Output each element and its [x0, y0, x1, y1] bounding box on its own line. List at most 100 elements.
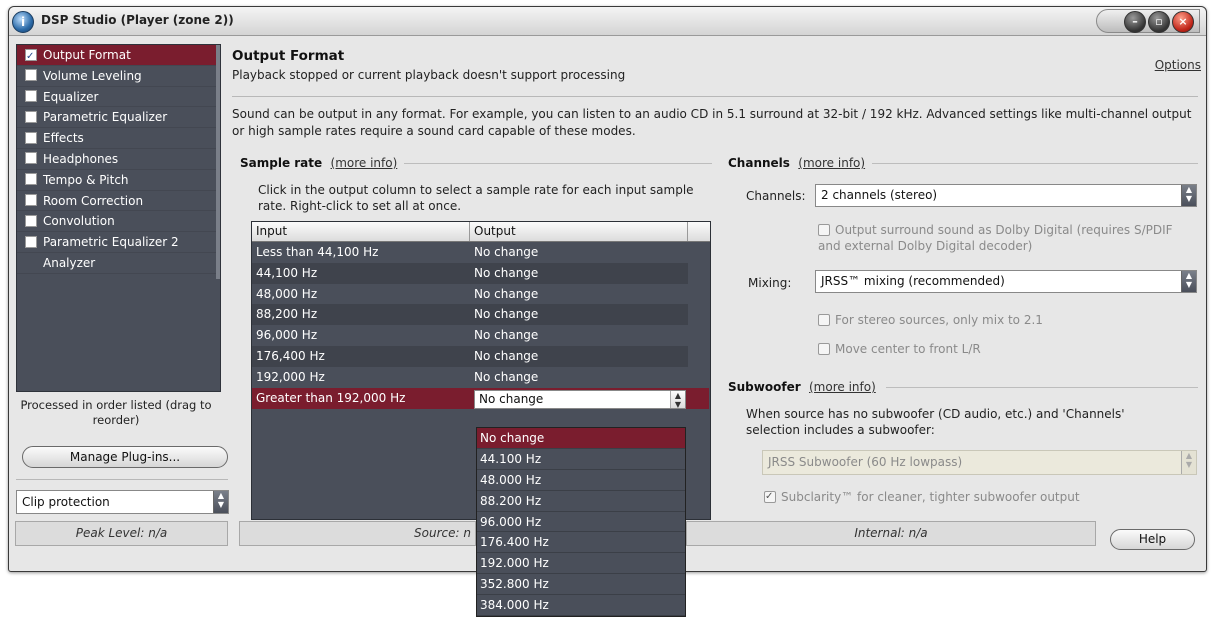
select-arrows-icon[interactable]: ▲ ▼: [670, 391, 685, 409]
select-arrows-icon[interactable]: ▲ ▼: [213, 491, 228, 513]
select-arrows-icon[interactable]: ▲ ▼: [1181, 451, 1196, 474]
table-row[interactable]: 44,100 Hz No change: [252, 262, 688, 284]
select-arrows-icon[interactable]: ▲ ▼: [1181, 271, 1196, 292]
sidebar-item-label: Parametric Equalizer 2: [43, 235, 179, 250]
close-icon[interactable]: ×: [1172, 11, 1194, 33]
sidebar-scrollbar[interactable]: [216, 45, 220, 279]
table-row[interactable]: 96,000 Hz No change: [252, 325, 688, 346]
channels-select[interactable]: 2 channels (stereo) ▲ ▼: [815, 184, 1197, 207]
checkbox-icon[interactable]: [818, 223, 830, 236]
subwoofer-more-info-link[interactable]: (more info): [809, 380, 876, 394]
column-header-output[interactable]: Output: [470, 222, 688, 241]
checkbox-icon[interactable]: [25, 152, 37, 165]
input-cell: 44,100 Hz: [256, 265, 318, 280]
dropdown-option[interactable]: 176.400 Hz: [477, 532, 685, 554]
output-cell[interactable]: No change: [470, 367, 538, 388]
column-header-input[interactable]: Input: [252, 222, 470, 241]
dropdown-option[interactable]: 384.000 Hz: [477, 595, 685, 617]
output-cell[interactable]: No change: [470, 263, 538, 284]
help-button[interactable]: Help: [1110, 529, 1195, 550]
sample-rate-heading: Sample rate (more info): [240, 156, 397, 170]
dropdown-option[interactable]: 44.100 Hz: [477, 449, 685, 470]
output-cell[interactable]: No change: [470, 284, 538, 305]
checkbox-icon[interactable]: [25, 131, 37, 144]
sidebar-item-effects[interactable]: Effects: [17, 128, 220, 149]
clip-protection-select[interactable]: Clip protection ▲ ▼: [16, 490, 229, 514]
dropdown-option[interactable]: 96.000 Hz: [477, 512, 685, 533]
channels-more-info-link[interactable]: (more info): [798, 156, 865, 170]
sidebar-item-analyzer[interactable]: Analyzer: [17, 253, 220, 274]
dolby-checkbox[interactable]: Output surround sound as Dolby Digital (…: [818, 222, 1198, 254]
sidebar-item-parametric-equalizer[interactable]: Parametric Equalizer: [17, 107, 220, 129]
dropdown-option[interactable]: 352.800 Hz: [477, 574, 685, 596]
select-arrows-icon[interactable]: ▲ ▼: [1181, 185, 1196, 206]
sidebar-item-volume-leveling[interactable]: Volume Leveling: [17, 66, 220, 87]
options-link[interactable]: Options: [1155, 58, 1201, 72]
table-row[interactable]: 176,400 Hz No change: [252, 346, 688, 367]
output-cell[interactable]: No change: [470, 242, 538, 263]
sidebar-item-parametric-equalizer-2[interactable]: Parametric Equalizer 2: [17, 232, 220, 253]
sidebar-item-label: Parametric Equalizer: [43, 110, 168, 125]
dropdown-option[interactable]: 192.000 Hz: [477, 553, 685, 575]
mixing-select[interactable]: JRSS™ mixing (recommended) ▲ ▼: [815, 270, 1197, 293]
table-row[interactable]: 192,000 Hz No change: [252, 367, 688, 388]
checkbox-icon[interactable]: [25, 90, 37, 103]
subwoofer-value: JRSS Subwoofer (60 Hz lowpass): [768, 455, 963, 469]
sidebar-item-label: Analyzer: [43, 255, 96, 270]
checkbox-icon[interactable]: [25, 194, 37, 207]
subwoofer-select[interactable]: JRSS Subwoofer (60 Hz lowpass) ▲ ▼: [762, 450, 1197, 475]
clip-protection-value: Clip protection: [22, 495, 110, 509]
plugin-list[interactable]: Output Format Volume Leveling Equalizer …: [16, 44, 221, 392]
sidebar-item-convolution[interactable]: Convolution: [17, 211, 220, 233]
input-cell: 88,200 Hz: [256, 307, 318, 322]
center-move-checkbox[interactable]: Move center to front L/R: [818, 341, 981, 357]
channels-value: 2 channels (stereo): [821, 188, 938, 202]
sidebar-item-room-correction[interactable]: Room Correction: [17, 191, 220, 212]
checkbox-icon[interactable]: [25, 235, 37, 248]
app-icon[interactable]: i: [12, 11, 34, 33]
manage-plugins-button[interactable]: Manage Plug-ins...: [22, 446, 228, 468]
table-row[interactable]: Less than 44,100 Hz No change: [252, 242, 688, 263]
sample-rate-more-info-link[interactable]: (more info): [331, 156, 398, 170]
sidebar-divider: [16, 479, 228, 480]
checkbox-icon[interactable]: [25, 69, 37, 82]
table-row[interactable]: 88,200 Hz No change: [252, 304, 688, 326]
checkbox-icon[interactable]: [25, 214, 37, 227]
checkbox-icon[interactable]: [25, 47, 37, 67]
sidebar-item-equalizer[interactable]: Equalizer: [17, 87, 220, 108]
stereo-mix-checkbox[interactable]: For stereo sources, only mix to 2.1: [818, 312, 1043, 328]
checkbox-icon[interactable]: [25, 110, 37, 123]
minimize-icon[interactable]: –: [1124, 11, 1146, 33]
processed-order-note: Processed in order listed (drag to reord…: [20, 398, 212, 427]
table-header: Input Output: [252, 222, 710, 242]
input-cell: Greater than 192,000 Hz: [256, 391, 406, 405]
checkbox-icon[interactable]: [764, 489, 776, 505]
sidebar-item-output-format[interactable]: Output Format: [17, 45, 220, 67]
dropdown-option[interactable]: 48.000 Hz: [477, 470, 685, 491]
output-rate-dropdown[interactable]: No change 44.100 Hz 48.000 Hz 88.200 Hz …: [476, 427, 686, 617]
sidebar-item-label: Room Correction: [43, 193, 144, 208]
dropdown-option[interactable]: No change: [477, 428, 685, 449]
output-cell[interactable]: No change: [470, 325, 538, 346]
sidebar-item-label: Tempo & Pitch: [43, 172, 129, 187]
input-cell: 176,400 Hz: [256, 349, 325, 363]
output-cell[interactable]: No change: [470, 304, 538, 325]
subwoofer-title: Subwoofer: [728, 380, 801, 394]
dropdown-option[interactable]: 88.200 Hz: [477, 491, 685, 512]
section-rule: [886, 387, 1198, 388]
checkbox-icon[interactable]: [25, 173, 37, 186]
channels-title: Channels: [728, 156, 790, 170]
table-row-selected[interactable]: Greater than 192,000 Hz No change ▲ ▼: [252, 388, 709, 409]
output-cell[interactable]: No change: [470, 346, 538, 367]
sidebar-item-label: Volume Leveling: [43, 68, 142, 83]
output-rate-select[interactable]: No change ▲ ▼: [474, 390, 686, 409]
checkbox-icon[interactable]: [818, 313, 830, 326]
sidebar-item-tempo-pitch[interactable]: Tempo & Pitch: [17, 170, 220, 191]
maximize-icon[interactable]: ▫: [1148, 11, 1170, 33]
subclarity-checkbox[interactable]: Subclarity™ for cleaner, tighter subwoof…: [764, 489, 1080, 505]
table-row[interactable]: 48,000 Hz No change: [252, 284, 688, 305]
header-divider: [232, 96, 1198, 97]
sidebar-item-headphones[interactable]: Headphones: [17, 149, 220, 170]
stereo-mix-label: For stereo sources, only mix to 2.1: [835, 313, 1043, 327]
checkbox-icon[interactable]: [818, 342, 830, 355]
